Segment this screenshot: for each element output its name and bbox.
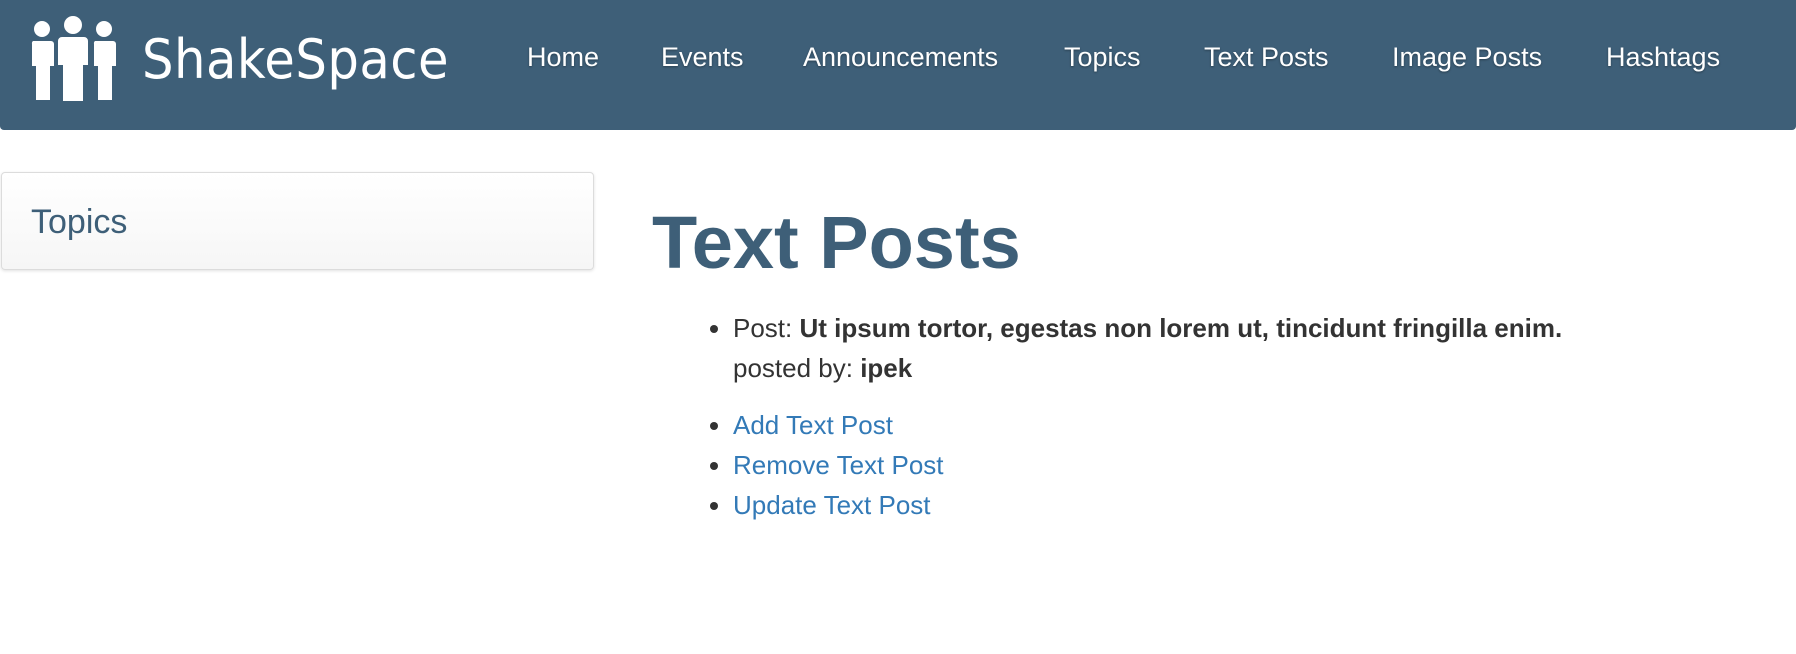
nav-item-image-posts[interactable]: Image Posts bbox=[1392, 42, 1542, 73]
nav-item-home[interactable]: Home bbox=[527, 42, 599, 73]
posted-by-prefix: posted by: bbox=[733, 353, 861, 383]
update-text-post-link[interactable]: Update Text Post bbox=[733, 490, 931, 520]
nav-item-announcements[interactable]: Announcements bbox=[803, 42, 998, 73]
add-text-post-link[interactable]: Add Text Post bbox=[733, 410, 893, 440]
list-item: Update Text Post bbox=[733, 485, 944, 525]
brand-link[interactable]: ShakeSpace bbox=[30, 14, 476, 104]
post-text: Ut ipsum tortor, egestas non lorem ut, t… bbox=[799, 313, 1563, 343]
group-of-people-icon bbox=[30, 15, 116, 103]
topics-panel: Topics bbox=[1, 172, 594, 270]
list-item: Remove Text Post bbox=[733, 445, 944, 485]
nav-item-text-posts[interactable]: Text Posts bbox=[1204, 42, 1329, 73]
brand-name: ShakeSpace bbox=[142, 27, 450, 91]
post-author: ipek bbox=[860, 353, 913, 383]
list-item: Add Text Post bbox=[733, 405, 944, 445]
post-prefix: Post: bbox=[733, 313, 800, 343]
page-title: Text Posts bbox=[652, 201, 1021, 284]
nav-item-events[interactable]: Events bbox=[661, 42, 744, 73]
topics-panel-title: Topics bbox=[31, 203, 128, 241]
nav-item-hashtags[interactable]: Hashtags bbox=[1606, 42, 1720, 73]
list-item: Post: Ut ipsum tortor, egestas non lorem… bbox=[733, 308, 1733, 388]
nav-item-topics[interactable]: Topics bbox=[1064, 42, 1141, 73]
navbar: ShakeSpace Home Events Announcements Top… bbox=[0, 0, 1796, 130]
post-list: Post: Ut ipsum tortor, egestas non lorem… bbox=[733, 308, 1733, 388]
remove-text-post-link[interactable]: Remove Text Post bbox=[733, 450, 944, 480]
action-list: Add Text Post Remove Text Post Update Te… bbox=[733, 405, 944, 525]
